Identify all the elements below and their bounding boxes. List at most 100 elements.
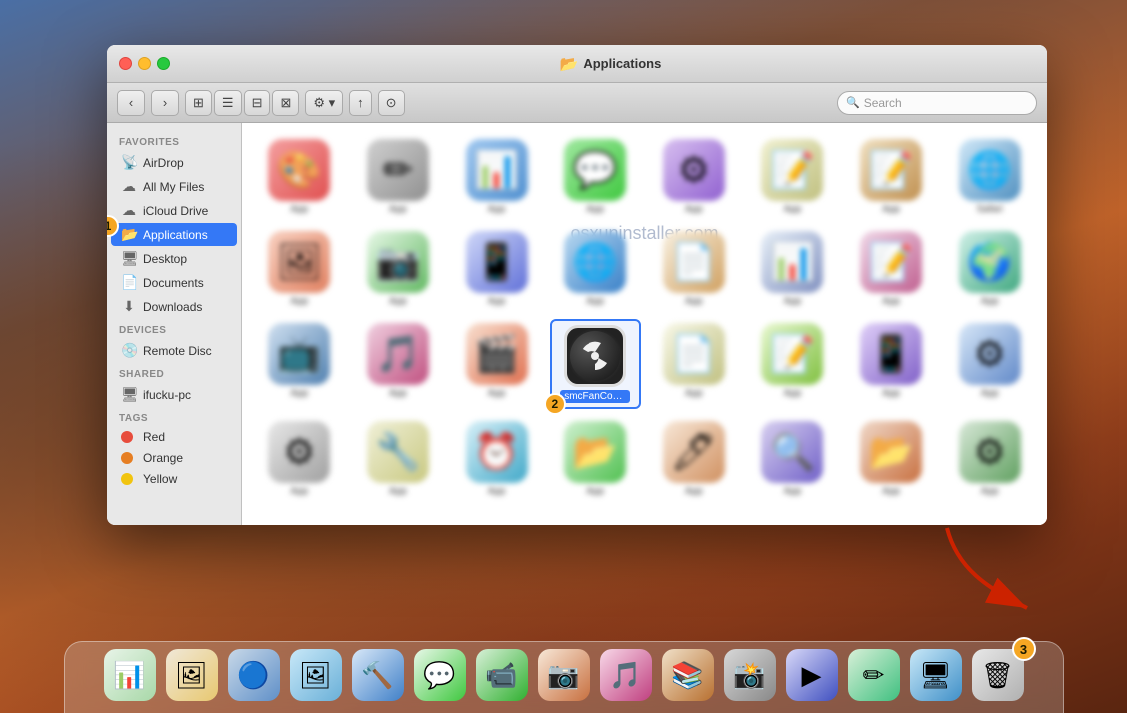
downloads-icon: ⬇ bbox=[121, 298, 137, 315]
dock-photos[interactable]: 📷 bbox=[536, 647, 592, 703]
sidebar-item-tag-yellow[interactable]: Yellow bbox=[111, 469, 237, 489]
sidebar-item-applications[interactable]: 1 📂 Applications bbox=[111, 223, 237, 246]
sidebar-item-tag-orange[interactable]: Orange bbox=[111, 448, 237, 468]
app-cell-row1-col5[interactable]: ⚙ App bbox=[649, 135, 740, 219]
arrange-button[interactable]: ⚙ ▾ bbox=[305, 90, 343, 116]
forward-button[interactable]: › bbox=[151, 90, 179, 116]
app-grid: 🎨 App ✏ App 📊 App 💬 App ⚙ App bbox=[242, 123, 1047, 513]
app-icon: 🎵 bbox=[367, 323, 429, 385]
sidebar-section-tags: Tags bbox=[107, 407, 241, 426]
sidebar-item-downloads[interactable]: ⬇ Downloads bbox=[111, 295, 237, 318]
app-icon: 🖊 bbox=[663, 421, 725, 483]
app-cell-row4-col5[interactable]: 🖊 App bbox=[649, 417, 740, 501]
dock-iphoto[interactable]: 🖼 bbox=[288, 647, 344, 703]
view-list-button[interactable]: ☰ bbox=[214, 90, 242, 116]
sidebar-item-all-my-files[interactable]: ☁ All My Files bbox=[111, 175, 237, 198]
dock-photo-booth[interactable]: 📸 bbox=[722, 647, 778, 703]
app-cell-row4-col3[interactable]: ⏰ App bbox=[451, 417, 542, 501]
app-cell-row3-col1[interactable]: 📺 App bbox=[254, 319, 345, 409]
dock-ibooks[interactable]: 📚 bbox=[660, 647, 716, 703]
dock-finder[interactable]: 🖥 bbox=[908, 647, 964, 703]
app-icon: 📷 bbox=[367, 231, 429, 293]
app-cell-row1-col4[interactable]: 💬 App bbox=[550, 135, 641, 219]
view-coverflow-button[interactable]: ⊠ bbox=[272, 90, 299, 116]
sidebar-item-desktop[interactable]: 🖥 Desktop bbox=[111, 247, 237, 270]
search-bar[interactable]: 🔍 Search bbox=[837, 91, 1037, 115]
app-cell-row3-col7[interactable]: 📱 App bbox=[846, 319, 937, 409]
remote-disc-icon: 💿 bbox=[121, 342, 137, 359]
app-cell-row3-col3[interactable]: 🎬 App bbox=[451, 319, 542, 409]
applications-icon: 📂 bbox=[121, 226, 137, 243]
xcode-icon: 🔨 bbox=[352, 649, 404, 701]
app-icon: 📱 bbox=[860, 323, 922, 385]
app-icon: ⚙ bbox=[959, 323, 1021, 385]
step-badge-3: 3 bbox=[1012, 637, 1036, 661]
app-cell-row2-col2[interactable]: 📷 App bbox=[353, 227, 444, 311]
sidebar-item-documents[interactable]: 📄 Documents bbox=[111, 271, 237, 294]
app-cell-row1-col3[interactable]: 📊 App bbox=[451, 135, 542, 219]
app-cell-row2-col8[interactable]: 🌍 App bbox=[944, 227, 1035, 311]
view-column-button[interactable]: ⊟ bbox=[244, 90, 271, 116]
app-cell-row1-col2[interactable]: ✏ App bbox=[353, 135, 444, 219]
app-cell-row3-col5[interactable]: 📄 App bbox=[649, 319, 740, 409]
app-cell-row4-col2[interactable]: 🔧 App bbox=[353, 417, 444, 501]
dock-xcode[interactable]: 🔨 bbox=[350, 647, 406, 703]
app-cell-row4-col4[interactable]: 📂 App bbox=[550, 417, 641, 501]
dock-quicksilver[interactable]: 🔵 bbox=[226, 647, 282, 703]
app-cell-row1-col6[interactable]: 📝 App bbox=[747, 135, 838, 219]
close-button[interactable] bbox=[119, 57, 132, 70]
title-bar: 📂 Applications bbox=[107, 45, 1047, 83]
app-icon: ⚙ bbox=[268, 421, 330, 483]
dock-activity-monitor[interactable]: 📊 bbox=[102, 647, 158, 703]
facetime-icon: 📹 bbox=[476, 649, 528, 701]
sidebar-item-remote-disc[interactable]: 💿 Remote Disc bbox=[111, 339, 237, 362]
sidebar-item-airdrop[interactable]: 📡 AirDrop bbox=[111, 151, 237, 174]
app-cell-row1-col1[interactable]: 🎨 App bbox=[254, 135, 345, 219]
maximize-button[interactable] bbox=[157, 57, 170, 70]
app-cell-row2-col3[interactable]: 📱 App bbox=[451, 227, 542, 311]
view-icon-button[interactable]: ⊞ bbox=[185, 90, 212, 116]
sidebar-item-tag-red[interactable]: Red bbox=[111, 427, 237, 447]
app-cell-row3-col2[interactable]: 🎵 App bbox=[353, 319, 444, 409]
app-cell-row1-col8[interactable]: 🌐 Safari bbox=[944, 135, 1035, 219]
app-cell-row4-col7[interactable]: 📂 App bbox=[846, 417, 937, 501]
minimize-button[interactable] bbox=[138, 57, 151, 70]
app-cell-row2-col4[interactable]: 🌐 App bbox=[550, 227, 641, 311]
toolbar: ‹ › ⊞ ☰ ⊟ ⊠ ⚙ ▾ ↑ ⊙ 🔍 Search bbox=[107, 83, 1047, 123]
dock-itunes[interactable]: 🎵 bbox=[598, 647, 654, 703]
app-icon: 🎨 bbox=[268, 139, 330, 201]
sidebar-item-shared-pc[interactable]: 🖥 ifucku-pc bbox=[111, 383, 237, 406]
tag-button[interactable]: ⊙ bbox=[378, 90, 405, 116]
app-icon: 📊 bbox=[761, 231, 823, 293]
app-cell-row4-col8[interactable]: ⚙ App bbox=[944, 417, 1035, 501]
app-cell-row2-col6[interactable]: 📊 App bbox=[747, 227, 838, 311]
share-button[interactable]: ↑ bbox=[349, 90, 372, 116]
app-icon: ✏ bbox=[367, 139, 429, 201]
app-cell-row2-col1[interactable]: 🖼 App bbox=[254, 227, 345, 311]
dock-facetime[interactable]: 📹 bbox=[474, 647, 530, 703]
dock-messages[interactable]: 💬 bbox=[412, 647, 468, 703]
dock-items: 📊 🖼 🔵 🖼 🔨 💬 bbox=[90, 647, 1038, 709]
app-cell-row1-col7[interactable]: 📝 App bbox=[846, 135, 937, 219]
app-cell-smcfancontrol[interactable]: 2 bbox=[550, 319, 641, 409]
app-cell-row2-col5[interactable]: 📄 App bbox=[649, 227, 740, 311]
app-cell-row3-col6[interactable]: 📝 App bbox=[747, 319, 838, 409]
app-cell-row4-col6[interactable]: 🔍 App bbox=[747, 417, 838, 501]
app-icon: 📂 bbox=[860, 421, 922, 483]
dock-trash[interactable]: 3 🗑 bbox=[970, 647, 1026, 703]
app-cell-row2-col7[interactable]: 📝 App bbox=[846, 227, 937, 311]
sidebar-section-favorites: Favorites bbox=[107, 131, 241, 150]
dock-quicktime[interactable]: ▶ bbox=[784, 647, 840, 703]
desktop-icon: 🖥 bbox=[121, 250, 137, 267]
sidebar-item-icloud[interactable]: ☁ iCloud Drive bbox=[111, 199, 237, 222]
documents-icon: 📄 bbox=[121, 274, 137, 291]
back-button[interactable]: ‹ bbox=[117, 90, 145, 116]
app-cell-row4-col1[interactable]: ⚙ App bbox=[254, 417, 345, 501]
app-icon: 📝 bbox=[860, 231, 922, 293]
dock-sketchbook[interactable]: ✏ bbox=[846, 647, 902, 703]
app-cell-row3-col8[interactable]: ⚙ App bbox=[944, 319, 1035, 409]
app-icon: 🎬 bbox=[466, 323, 528, 385]
dock-preview[interactable]: 🖼 bbox=[164, 647, 220, 703]
app-icon: 📝 bbox=[761, 139, 823, 201]
photo-booth-icon: 📸 bbox=[724, 649, 776, 701]
